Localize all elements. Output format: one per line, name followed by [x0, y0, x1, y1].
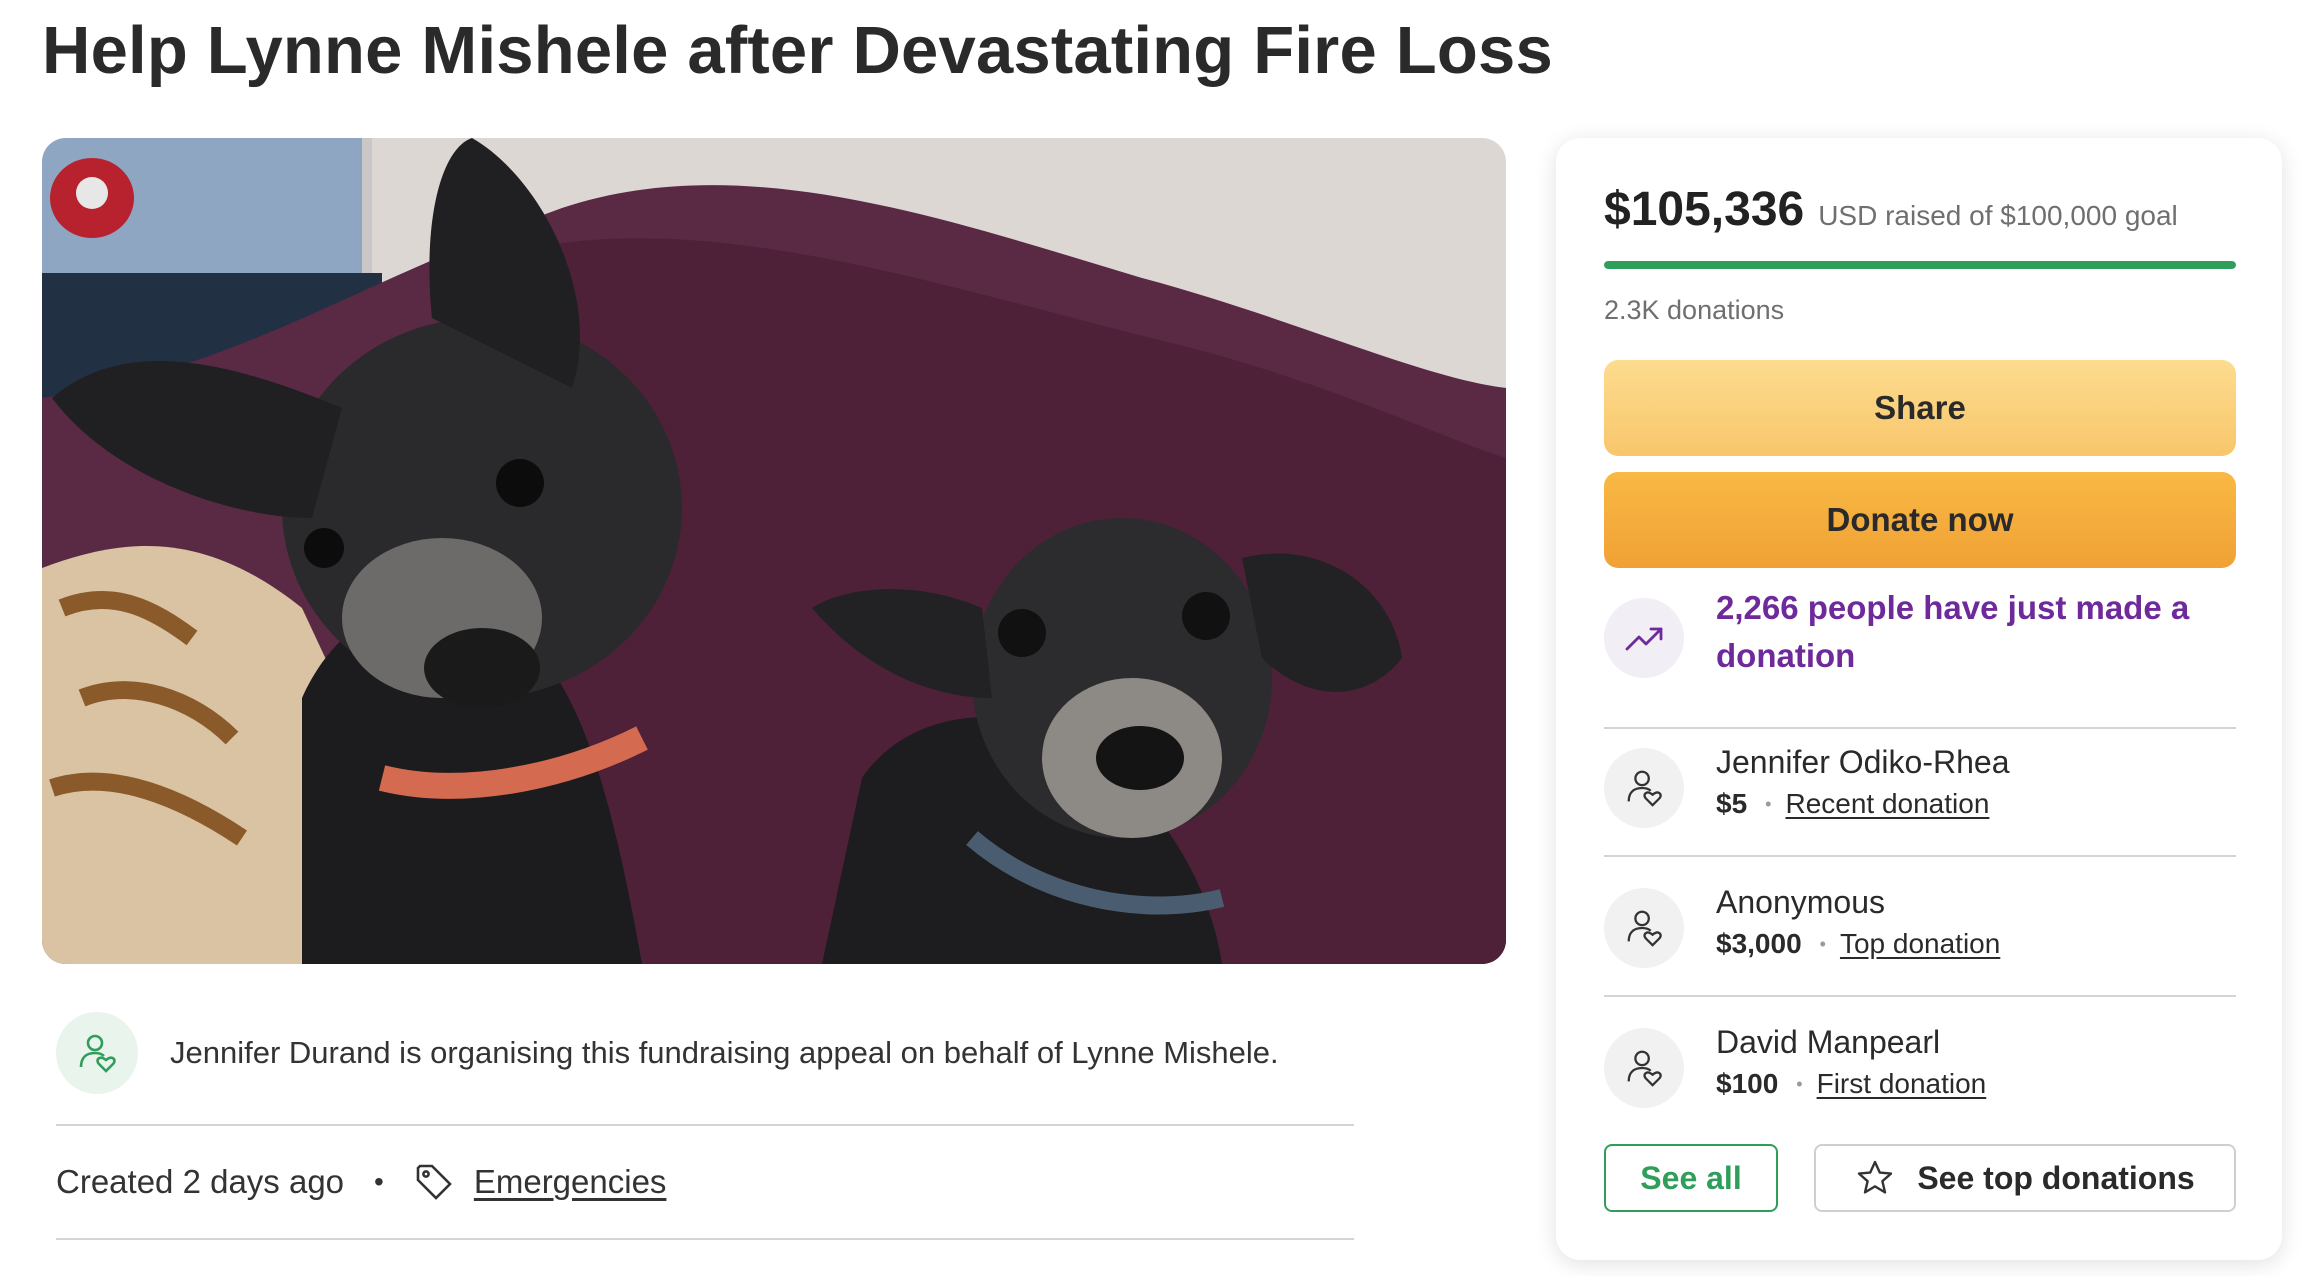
progress-bar: [1604, 261, 2236, 269]
category-link[interactable]: Emergencies: [474, 1163, 667, 1201]
divider: [1604, 995, 2236, 997]
person-heart-icon: [56, 1012, 138, 1094]
donor-name: Anonymous: [1716, 884, 1885, 920]
trending-up-icon: [1604, 598, 1684, 678]
meta-separator: •: [374, 1166, 384, 1197]
divider: [56, 1124, 1354, 1126]
person-heart-icon: [1604, 888, 1684, 968]
donation-type-link[interactable]: First donation: [1817, 1068, 1987, 1100]
divider: [1604, 727, 2236, 729]
hero-image: [42, 138, 1506, 964]
see-top-donations-button[interactable]: See top donations: [1814, 1144, 2236, 1212]
tag-icon: [414, 1161, 456, 1203]
person-heart-icon: [1604, 748, 1684, 828]
donor-name: David Manpearl: [1716, 1024, 1941, 1060]
divider: [56, 1238, 1354, 1240]
organiser-info: Jennifer Durand is organising this fundr…: [56, 1012, 1356, 1094]
activity-text: 2,266 people have just made a donation: [1716, 589, 2190, 674]
donor-amount: $5: [1716, 788, 1748, 819]
organiser-text: Jennifer Durand is organising this fundr…: [170, 1035, 1279, 1070]
donations-count: 2.3K donations: [1604, 295, 1785, 325]
raised-goal: USD raised of $100,000 goal: [1818, 200, 2178, 231]
campaign-meta: Created 2 days ago • Emergencies: [56, 1155, 666, 1209]
divider: [1604, 855, 2236, 857]
see-all-button[interactable]: See all: [1604, 1144, 1778, 1212]
donor-amount: $3,000: [1716, 928, 1802, 959]
see-top-donations-label: See top donations: [1917, 1159, 2195, 1196]
page-title: Help Lynne Mishele after Devastating Fir…: [42, 13, 1553, 88]
share-button[interactable]: Share: [1604, 360, 2236, 456]
donor-amount: $100: [1716, 1068, 1779, 1099]
star-icon: [1855, 1158, 1895, 1198]
raised-summary: $105,336 USD raised of $100,000 goal: [1604, 182, 2178, 237]
recent-activity: 2,266 people have just made a donation: [1604, 589, 2236, 680]
created-date: Created 2 days ago: [56, 1163, 345, 1200]
donate-now-button[interactable]: Donate now: [1604, 472, 2236, 568]
donor-item: Jennifer Odiko-Rhea $5 • Recent donation: [1604, 742, 2236, 842]
donor-item: Anonymous $3,000 • Top donation: [1604, 882, 2236, 982]
donation-type-link[interactable]: Recent donation: [1785, 788, 1989, 820]
donation-panel: $105,336 USD raised of $100,000 goal 2.3…: [1556, 138, 2282, 1260]
person-heart-icon: [1604, 1028, 1684, 1108]
raised-amount: $105,336: [1604, 183, 1805, 236]
donor-item: David Manpearl $100 • First donation: [1604, 1022, 2236, 1122]
donation-type-link[interactable]: Top donation: [1840, 928, 2000, 960]
donor-name: Jennifer Odiko-Rhea: [1716, 744, 2010, 780]
progress-fill: [1604, 261, 2236, 269]
